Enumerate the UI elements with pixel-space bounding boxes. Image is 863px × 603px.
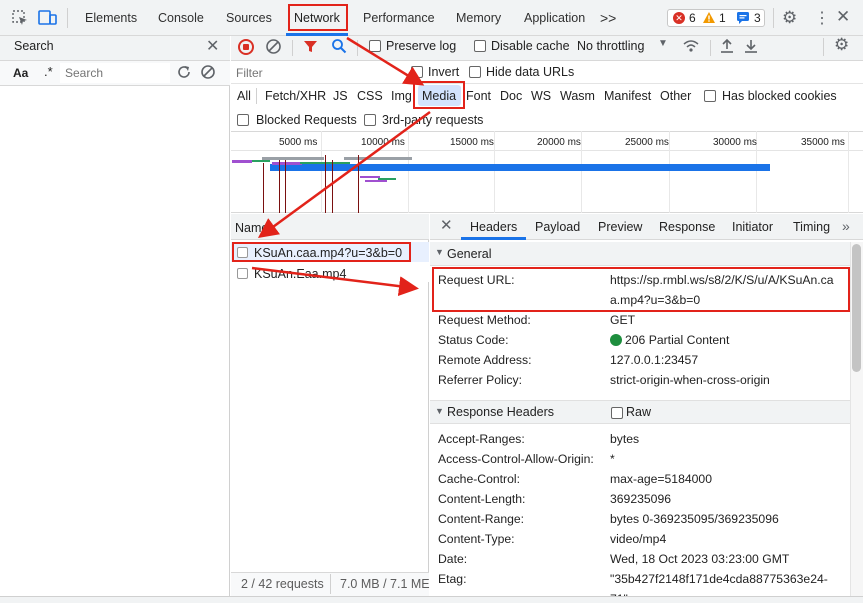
annotation-arrows [251,36,431,297]
arrow-network-to-media [346,36,425,86]
arrow-media-to-request [257,110,431,238]
arrow-request-to-url [251,266,419,297]
